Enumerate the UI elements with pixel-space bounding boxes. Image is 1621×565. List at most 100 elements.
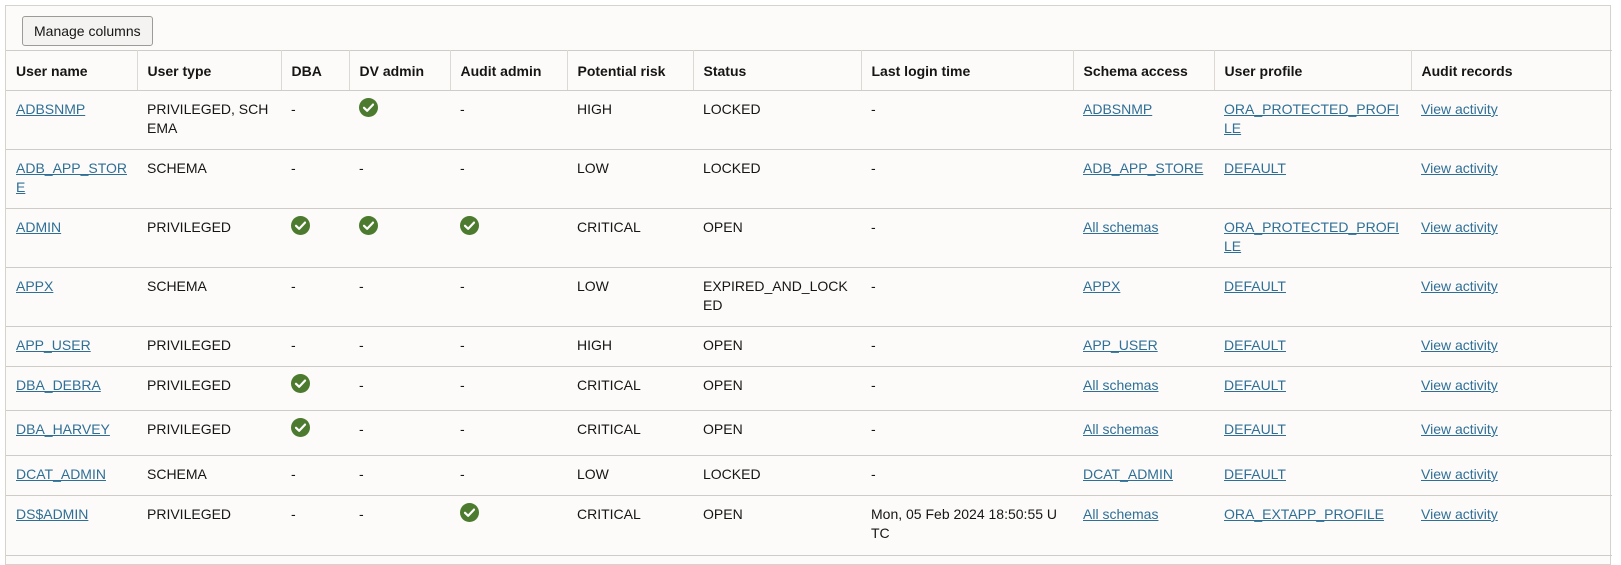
view-activity-link[interactable]: View activity [1421,506,1498,522]
not-granted-marker: - [460,160,465,176]
table-row: APPX SCHEMA - - - LOW EXPIRED_AND_LOCKED - APPX D… [6,267,1612,327]
not-granted-marker: - [291,466,296,482]
user-profile-link[interactable]: ORA_PROTECTED_PROFILE [1224,219,1399,254]
header-row: User name User type DBA DV admin Audit a… [6,50,1612,91]
view-activity-link[interactable]: View activity [1421,160,1498,176]
user-name-link[interactable]: DS$ADMIN [16,506,88,522]
column-header-potential-risk[interactable]: Potential risk [567,50,694,91]
cell-dv-admin: - [349,267,450,327]
cell-user-profile: DEFAULT [1214,149,1411,209]
column-header-user-type[interactable]: User type [137,50,282,91]
cell-potential-risk: CRITICAL [567,410,693,456]
cell-last-login: - [861,366,1073,411]
table-row: ADMIN PRIVILEGED CRITICAL OPEN - All schemas O… [6,208,1612,268]
cell-status: OPEN [693,366,861,411]
cell-user-name: ADMIN [6,208,137,268]
user-name-link[interactable]: DBA_HARVEY [16,421,110,437]
cell-dv-admin: - [349,366,450,411]
cell-user-type: SCHEMA [137,455,281,496]
cell-user-type: SCHEMA [137,149,281,209]
not-granted-marker: - [460,101,465,117]
potential-risk-text: LOW [577,466,609,482]
user-name-link[interactable]: APP_USER [16,337,91,353]
not-granted-marker: - [291,160,296,176]
schema-access-link[interactable]: ADB_APP_STORE [1083,160,1203,176]
column-header-status[interactable]: Status [693,50,862,91]
cell-dv-admin [349,208,450,268]
column-header-audit-admin[interactable]: Audit admin [450,50,568,91]
user-profile-link[interactable]: DEFAULT [1224,337,1286,353]
schema-access-link[interactable]: ADBSNMP [1083,101,1152,117]
user-profile-link[interactable]: ORA_PROTECTED_PROFILE [1224,101,1399,136]
user-profile-link[interactable]: DEFAULT [1224,160,1286,176]
view-activity-link[interactable]: View activity [1421,219,1498,235]
table-row: DS$ADMIN PRIVILEGED - - CRITICAL OPEN Mon, 05 … [6,495,1612,556]
column-header-schema-access[interactable]: Schema access [1073,50,1215,91]
cell-audit-records: View activity [1411,366,1612,411]
check-circle-icon [359,216,378,235]
schema-access-link[interactable]: All schemas [1083,377,1158,393]
last-login-text: - [871,466,876,482]
user-profile-link[interactable]: ORA_EXTAPP_PROFILE [1224,506,1384,522]
schema-access-link[interactable]: All schemas [1083,421,1158,437]
user-profile-link[interactable]: DEFAULT [1224,421,1286,437]
view-activity-link[interactable]: View activity [1421,377,1498,393]
last-login-text: - [871,337,876,353]
not-granted-marker: - [359,160,364,176]
user-name-link[interactable]: ADBSNMP [16,101,85,117]
user-name-link[interactable]: APPX [16,278,53,294]
schema-access-link[interactable]: DCAT_ADMIN [1083,466,1173,482]
schema-access-link[interactable]: APP_USER [1083,337,1158,353]
cell-schema-access: APP_USER [1073,326,1214,367]
not-granted-marker: - [460,278,465,294]
cell-potential-risk: LOW [567,267,693,327]
manage-columns-button[interactable]: Manage columns [22,16,153,46]
column-header-dba[interactable]: DBA [281,50,350,91]
schema-access-link[interactable]: All schemas [1083,506,1158,522]
last-login-text: - [871,219,876,235]
user-name-link[interactable]: ADMIN [16,219,61,235]
user-type-text: SCHEMA [147,278,207,294]
user-profile-link[interactable]: DEFAULT [1224,377,1286,393]
column-header-user-name[interactable]: User name [6,50,138,91]
column-header-dv-admin[interactable]: DV admin [349,50,451,91]
view-activity-link[interactable]: View activity [1421,466,1498,482]
view-activity-link[interactable]: View activity [1421,278,1498,294]
user-profile-link[interactable]: DEFAULT [1224,278,1286,294]
not-granted-marker: - [291,506,296,522]
user-name-link[interactable]: ADB_APP_STORE [16,160,127,195]
cell-dv-admin: - [349,495,450,556]
cell-dv-admin: - [349,149,450,209]
status-text: OPEN [703,337,743,353]
view-activity-link[interactable]: View activity [1421,421,1498,437]
view-activity-link[interactable]: View activity [1421,337,1498,353]
table-row: DBA_DEBRA PRIVILEGED - - CRITICAL OPEN - All sc… [6,366,1612,411]
cell-audit-admin: - [450,267,567,327]
cell-audit-records: View activity [1411,495,1612,556]
schema-access-link[interactable]: APPX [1083,278,1120,294]
column-header-audit-records[interactable]: Audit records [1411,50,1612,91]
user-name-link[interactable]: DCAT_ADMIN [16,466,106,482]
user-type-text: SCHEMA [147,160,207,176]
user-profile-link[interactable]: DEFAULT [1224,466,1286,482]
cell-status: LOCKED [693,149,861,209]
potential-risk-text: LOW [577,160,609,176]
not-granted-marker: - [359,506,364,522]
cell-potential-risk: CRITICAL [567,366,693,411]
cell-user-profile: DEFAULT [1214,326,1411,367]
cell-schema-access: All schemas [1073,208,1214,268]
cell-user-type: SCHEMA [137,267,281,327]
column-header-user-profile[interactable]: User profile [1214,50,1412,91]
schema-access-link[interactable]: All schemas [1083,219,1158,235]
cell-potential-risk: LOW [567,455,693,496]
cell-last-login: - [861,208,1073,268]
user-name-link[interactable]: DBA_DEBRA [16,377,101,393]
not-granted-marker: - [460,466,465,482]
last-login-text: - [871,160,876,176]
column-header-last-login-time[interactable]: Last login time [861,50,1074,91]
cell-audit-records: View activity [1411,455,1612,496]
view-activity-link[interactable]: View activity [1421,101,1498,117]
cell-last-login: - [861,267,1073,327]
cell-schema-access: All schemas [1073,495,1214,556]
cell-potential-risk: HIGH [567,90,693,150]
